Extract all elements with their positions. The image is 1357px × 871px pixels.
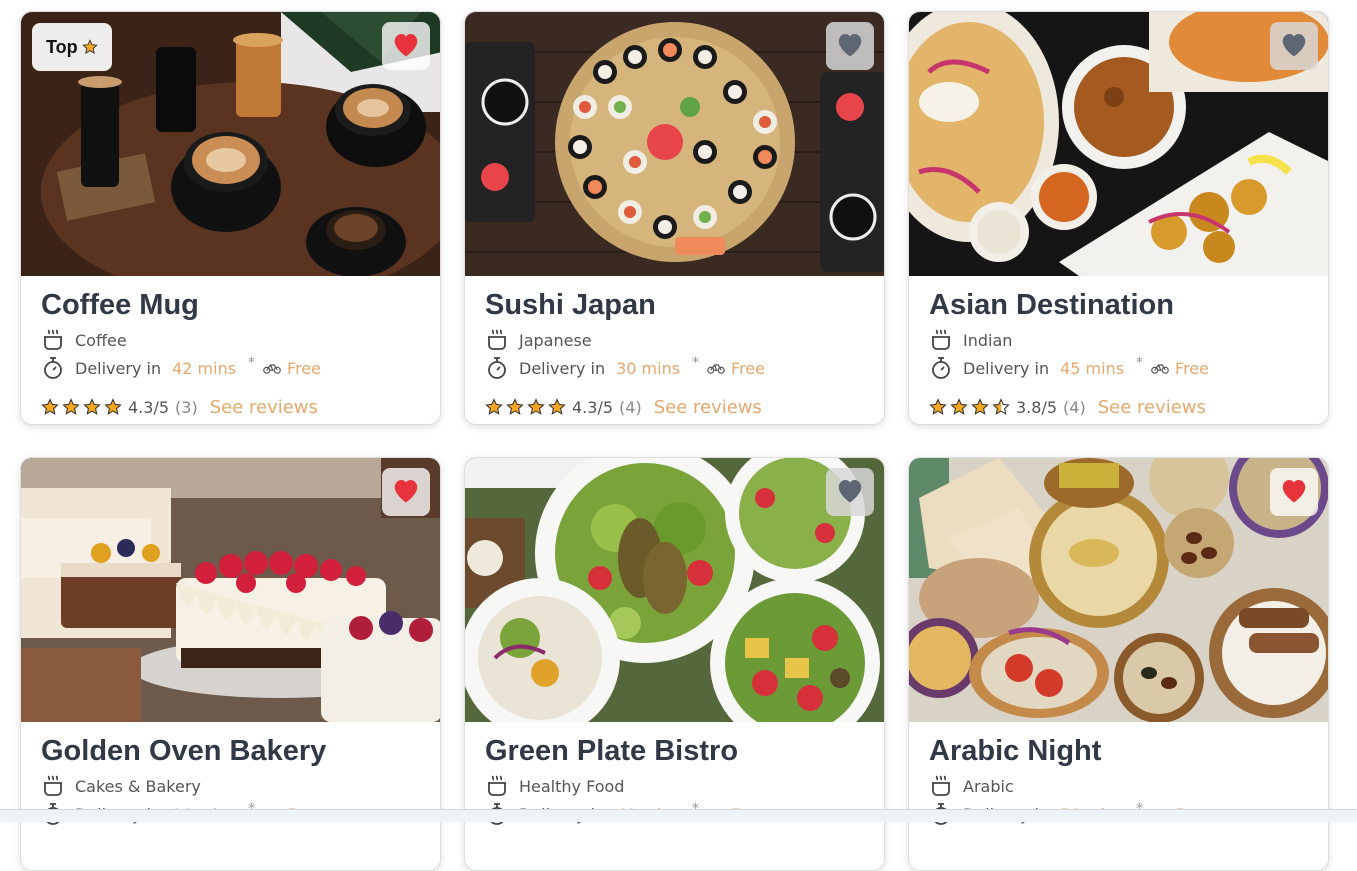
restaurant-photo: Top — [21, 12, 440, 276]
rating-stars — [485, 398, 566, 416]
star-icon — [104, 398, 122, 415]
half-star-icon — [992, 398, 1010, 415]
stopwatch-icon — [41, 356, 65, 380]
cuisine-label: Arabic — [963, 776, 1014, 796]
favorite-button[interactable] — [382, 22, 430, 70]
favorite-button[interactable] — [826, 468, 874, 516]
cooking-pot-icon — [485, 774, 509, 798]
delivery-fee: Free — [1175, 358, 1209, 378]
delivery-label: Delivery in — [519, 358, 606, 378]
restaurant-name[interactable]: Green Plate Bistro — [485, 730, 870, 772]
rating-stars — [41, 398, 122, 416]
star-icon — [62, 398, 80, 415]
cuisine-label: Healthy Food — [519, 776, 625, 796]
restaurant-photo — [909, 12, 1328, 276]
review-count: (3) — [175, 397, 198, 417]
star-icon — [929, 398, 947, 415]
cuisine-row: Healthy Food — [485, 772, 870, 800]
stopwatch-icon — [485, 356, 509, 380]
rating-row: 4.3/5 (4) See reviews — [485, 392, 870, 422]
restaurant-photo — [21, 458, 440, 722]
delivery-asterisk: * — [692, 355, 700, 371]
stopwatch-icon — [929, 356, 953, 380]
bicycle-icon — [1151, 361, 1169, 375]
delivery-asterisk: * — [1136, 355, 1144, 371]
cooking-pot-icon — [929, 328, 953, 352]
delivery-asterisk: * — [248, 355, 256, 371]
restaurant-name[interactable]: Golden Oven Bakery — [41, 730, 426, 772]
heart-icon — [1279, 30, 1309, 62]
favorite-button[interactable] — [382, 468, 430, 516]
cuisine-row: Indian — [929, 326, 1314, 354]
delivery-label: Delivery in — [75, 358, 162, 378]
rating-row: 4.3/5 (3) See reviews — [41, 392, 426, 422]
cooking-pot-icon — [485, 328, 509, 352]
restaurant-photo — [465, 458, 884, 722]
delivery-row: Delivery in 42 mins * Free — [41, 354, 426, 382]
bottom-taskbar-edge — [0, 809, 1357, 822]
cuisine-row: Arabic — [929, 772, 1314, 800]
cuisine-label: Coffee — [75, 330, 127, 350]
heart-icon — [1279, 476, 1309, 508]
top-badge: Top — [32, 23, 112, 71]
restaurant-photo — [909, 458, 1328, 722]
cuisine-row: Japanese — [485, 326, 870, 354]
delivery-row: Delivery in 30 mins * Free — [485, 354, 870, 382]
rating-score: 3.8/5 — [1016, 397, 1058, 417]
review-count: (4) — [619, 397, 642, 417]
rating-score: 4.3/5 — [572, 397, 614, 417]
review-count: (4) — [1063, 397, 1086, 417]
heart-icon — [391, 30, 421, 62]
heart-icon — [391, 476, 421, 508]
rating-stars — [929, 398, 1010, 416]
cuisine-row: Coffee — [41, 326, 426, 354]
favorite-button[interactable] — [826, 22, 874, 70]
cooking-pot-icon — [929, 774, 953, 798]
cuisine-row: Cakes & Bakery — [41, 772, 426, 800]
restaurant-name[interactable]: Arabic Night — [929, 730, 1314, 772]
favorite-button[interactable] — [1270, 468, 1318, 516]
see-reviews-link[interactable]: See reviews — [654, 397, 762, 418]
cuisine-label: Indian — [963, 330, 1013, 350]
bicycle-icon — [707, 361, 725, 375]
star-icon — [83, 398, 101, 415]
rating-score: 4.3/5 — [128, 397, 170, 417]
see-reviews-link[interactable]: See reviews — [1098, 397, 1206, 418]
delivery-label: Delivery in — [963, 358, 1050, 378]
star-icon — [950, 398, 968, 415]
delivery-time: 42 mins — [172, 358, 237, 378]
star-icon — [971, 398, 989, 415]
restaurant-photo — [465, 12, 884, 276]
cuisine-label: Cakes & Bakery — [75, 776, 201, 796]
star-icon — [41, 398, 59, 415]
rating-row: 3.8/5 (4) See reviews — [929, 392, 1314, 422]
heart-icon — [835, 476, 865, 508]
restaurant-name[interactable]: Coffee Mug — [41, 284, 426, 326]
delivery-fee: Free — [287, 358, 321, 378]
star-icon — [485, 398, 503, 415]
restaurant-card[interactable]: Top Coffee Mug Coffee Delivery in 42 min… — [20, 11, 441, 425]
see-reviews-link[interactable]: See reviews — [210, 397, 318, 418]
star-icon — [527, 398, 545, 415]
restaurant-card[interactable]: Asian Destination Indian Delivery in 45 … — [908, 11, 1329, 425]
bicycle-icon — [263, 361, 281, 375]
top-badge-label: Top — [46, 36, 78, 57]
delivery-time: 45 mins — [1060, 358, 1125, 378]
cooking-pot-icon — [41, 774, 65, 798]
restaurant-card[interactable]: Sushi Japan Japanese Delivery in 30 mins… — [464, 11, 885, 425]
heart-icon — [835, 30, 865, 62]
cuisine-label: Japanese — [519, 330, 592, 350]
star-icon — [81, 39, 98, 55]
delivery-row: Delivery in 45 mins * Free — [929, 354, 1314, 382]
restaurant-name[interactable]: Asian Destination — [929, 284, 1314, 326]
delivery-fee: Free — [731, 358, 765, 378]
favorite-button[interactable] — [1270, 22, 1318, 70]
star-icon — [506, 398, 524, 415]
restaurant-name[interactable]: Sushi Japan — [485, 284, 870, 326]
delivery-time: 30 mins — [616, 358, 681, 378]
cooking-pot-icon — [41, 328, 65, 352]
star-icon — [548, 398, 566, 415]
